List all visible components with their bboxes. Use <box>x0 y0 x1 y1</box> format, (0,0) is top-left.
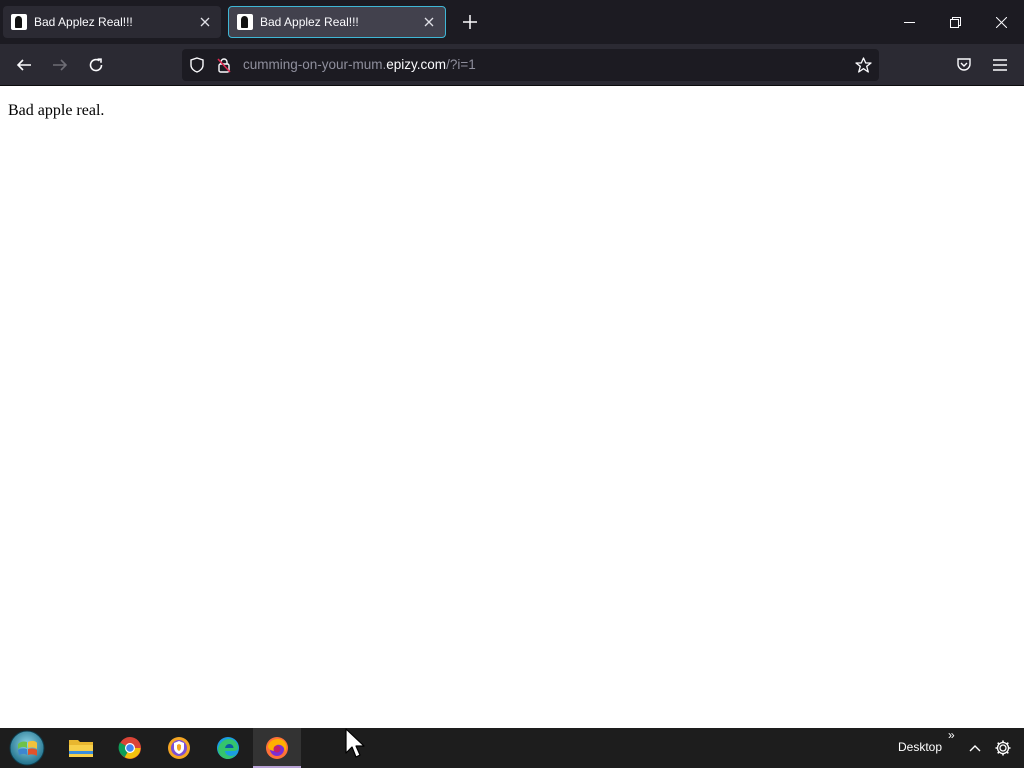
restore-icon <box>949 16 961 28</box>
forward-button[interactable] <box>45 50 75 80</box>
chevron-up-icon <box>969 745 981 752</box>
browser-tab-active[interactable]: Bad Applez Real!!! <box>228 6 446 38</box>
arrow-left-icon <box>16 59 31 71</box>
app-menu-button[interactable] <box>985 50 1015 80</box>
brave-shield-icon <box>168 737 190 759</box>
firefox-icon <box>266 737 288 759</box>
url-text[interactable]: cumming-on-your-mum.epizy.com/?i=1 <box>243 57 476 72</box>
desktop-toolbar-label[interactable]: Desktop <box>898 740 942 754</box>
show-hidden-icons-button[interactable] <box>963 736 987 760</box>
minimize-icon <box>903 21 915 23</box>
close-window-button[interactable] <box>978 0 1024 44</box>
new-tab-button[interactable] <box>456 8 484 36</box>
close-icon <box>995 16 1007 28</box>
reload-button[interactable] <box>81 50 111 80</box>
favicon-icon <box>237 14 253 30</box>
mouse-cursor-icon <box>345 728 365 758</box>
browser-tab[interactable]: Bad Applez Real!!! <box>3 6 221 38</box>
url-bar[interactable]: cumming-on-your-mum.epizy.com/?i=1 <box>182 49 879 81</box>
shield-icon[interactable] <box>188 56 206 74</box>
taskbar-brave[interactable] <box>155 728 203 768</box>
gear-icon <box>995 740 1011 756</box>
settings-button[interactable] <box>991 736 1015 760</box>
tab-title: Bad Applez Real!!! <box>260 15 359 29</box>
pocket-button[interactable] <box>949 50 979 80</box>
close-tab-icon[interactable] <box>418 11 440 33</box>
close-tab-icon[interactable] <box>194 11 216 33</box>
reload-icon <box>89 58 103 72</box>
back-button[interactable] <box>9 50 39 80</box>
chrome-icon <box>118 737 141 759</box>
hamburger-menu-icon <box>993 59 1007 71</box>
page-body-text: Bad apple real. <box>8 102 105 119</box>
insecure-lock-icon[interactable] <box>215 56 233 74</box>
taskbar-edge[interactable] <box>204 728 252 768</box>
pocket-icon <box>957 58 971 71</box>
page-viewport: Bad apple real. <box>0 86 1024 728</box>
taskbar-file-explorer[interactable] <box>57 728 105 768</box>
arrow-right-icon <box>53 59 68 71</box>
navigation-toolbar: cumming-on-your-mum.epizy.com/?i=1 <box>0 44 1024 86</box>
start-button[interactable] <box>3 728 51 768</box>
taskbar-firefox[interactable] <box>253 728 301 768</box>
edge-icon <box>217 737 239 759</box>
folder-icon <box>69 740 93 757</box>
tab-strip: Bad Applez Real!!! Bad Applez Real!!! <box>0 0 1024 44</box>
start-orb-icon <box>9 730 45 766</box>
taskbar-chrome[interactable] <box>106 728 154 768</box>
tab-title: Bad Applez Real!!! <box>34 15 133 29</box>
desktop-toolbar-chevron[interactable]: » <box>948 728 955 742</box>
taskbar: Desktop » <box>0 728 1024 768</box>
star-icon[interactable] <box>854 56 872 74</box>
restore-button[interactable] <box>932 0 978 44</box>
plus-icon <box>463 15 477 29</box>
favicon-icon <box>11 14 27 30</box>
minimize-button[interactable] <box>886 0 932 44</box>
